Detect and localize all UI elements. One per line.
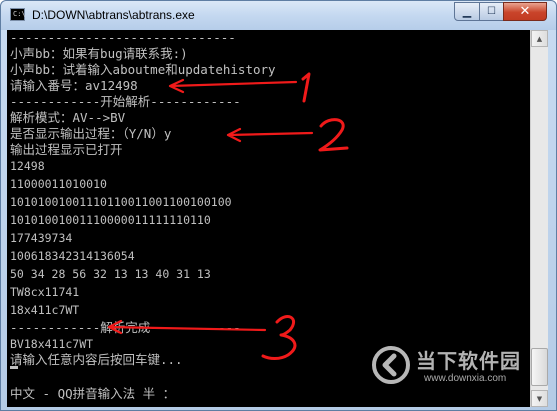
console-line: 小声bb：如果有bug请联系我:) [10, 46, 188, 61]
console-line: ------------------------------ [10, 30, 236, 45]
watermark-site-name: 当下软件园 [416, 349, 521, 373]
console-line: 请输入番号：av12498 [10, 78, 138, 93]
close-button[interactable]: ✕ [503, 2, 547, 21]
console-line: 输出过程显示已打开 [10, 142, 123, 157]
console-line: 是否显示输出过程：（Y/N）y [10, 126, 172, 141]
arrow-up-icon: ▲ [536, 34, 543, 43]
maximize-icon: ☐ [487, 6, 496, 17]
scroll-down-button[interactable]: ▼ [531, 390, 548, 407]
console-line: 11000011010010 [10, 177, 107, 191]
ime-status-bar: 中文 - QQ拼音输入法 半 ： [10, 386, 176, 401]
console-line: 177439734 [10, 231, 73, 245]
console-line: TW8cx11741 [10, 285, 80, 299]
console-line: 100618342314136054 [10, 249, 135, 263]
console-app-icon[interactable]: C:\ [10, 8, 26, 21]
vertical-scrollbar[interactable]: ▲ ▼ [530, 30, 548, 407]
console-line: 10101001001110000011111110110 [10, 213, 211, 227]
close-icon: ✕ [519, 4, 531, 19]
console-line: 解析模式：AV-->BV [10, 110, 126, 125]
minimize-button[interactable]: ▁ [454, 2, 480, 21]
scroll-up-button[interactable]: ▲ [531, 30, 548, 47]
maximize-button[interactable]: ☐ [479, 2, 504, 21]
console-line: 12498 [10, 159, 45, 173]
arrow-down-icon: ▼ [536, 394, 543, 403]
minimize-icon: ▁ [462, 5, 472, 18]
text-cursor [10, 366, 18, 369]
scrollbar-thumb[interactable] [531, 348, 548, 386]
watermark-site-url: www.downxia.com [424, 373, 507, 384]
console-line: 18x411c7WT [10, 303, 80, 317]
console-line: 小声bb：试着输入aboutme和updatehistory [10, 62, 276, 77]
title-bar[interactable]: C:\ D:\DOWN\abtrans\abtrans.exe ▁ ☐ ✕ [1, 1, 556, 30]
console-line: BV18x411c7WT [10, 337, 94, 351]
console-line: 请输入任意内容后按回车键... [10, 352, 183, 367]
console-line: 10101001001110110011001100100100 [10, 195, 232, 209]
console-line: 50 34 28 56 32 13 13 40 31 13 [10, 267, 211, 281]
window-title: D:\DOWN\abtrans\abtrans.exe [32, 8, 195, 22]
downxia-logo-icon [372, 346, 410, 384]
console-line: ------------开始解析------------ [10, 94, 241, 109]
console-line: ------------解析完成------------ [10, 320, 241, 335]
